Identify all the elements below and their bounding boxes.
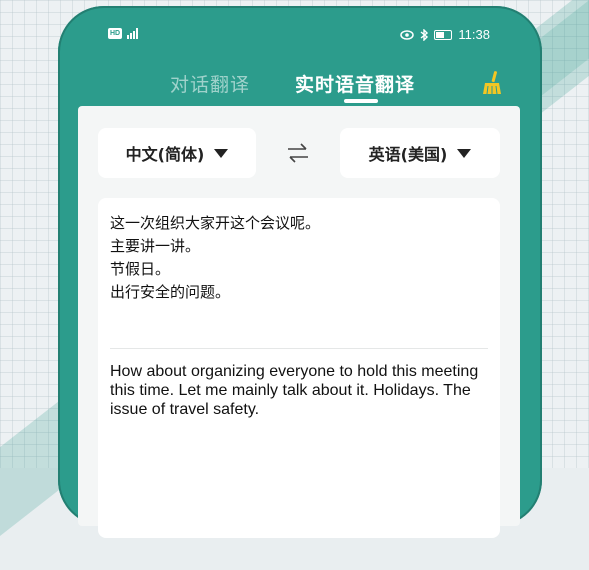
source-text: 这一次组织大家开这个会议呢。 主要讲一讲。 节假日。 出行安全的问题。	[110, 212, 320, 304]
source-language-label: 中文(简体)	[125, 145, 205, 164]
tab-bar: 对话翻译 实时语音翻译	[58, 62, 542, 112]
signal-icon	[127, 28, 139, 39]
chevron-down-icon	[457, 148, 472, 158]
source-line: 主要讲一讲。	[110, 237, 201, 255]
broom-icon[interactable]	[480, 70, 504, 96]
tab-realtime-voice-translate[interactable]: 实时语音翻译	[295, 70, 415, 97]
swap-arrows-icon[interactable]	[286, 142, 310, 164]
target-language-select[interactable]: 英语(美国)	[340, 128, 500, 178]
eye-icon	[400, 29, 415, 40]
translation-card: 中文(简体) 英语(美国) 这一次组织大家开这个会议呢。 主要讲一讲。 节假日。…	[78, 106, 520, 538]
active-tab-indicator	[344, 99, 378, 103]
chevron-down-icon	[214, 148, 229, 158]
transcript-panel: 这一次组织大家开这个会议呢。 主要讲一讲。 节假日。 出行安全的问题。 How …	[98, 198, 500, 538]
source-line: 这一次组织大家开这个会议呢。	[110, 214, 321, 232]
network-badge: HD	[108, 28, 123, 39]
phone-frame: HD 11:38 对话翻译 实时语音翻译 中文(简体) 英语(美国) 这一次组织…	[58, 6, 542, 538]
status-right: 11:38	[400, 27, 490, 42]
divider	[110, 348, 488, 349]
target-language-label: 英语(美国)	[368, 145, 448, 164]
translated-text: How about organizing everyone to hold th…	[110, 363, 479, 418]
tab-dialog-translate[interactable]: 对话翻译	[170, 70, 250, 97]
source-line: 节假日。	[110, 260, 171, 278]
source-language-select[interactable]: 中文(简体)	[98, 128, 256, 178]
battery-icon	[434, 29, 453, 40]
status-left: HD	[108, 28, 139, 39]
bluetooth-icon	[420, 28, 429, 41]
status-bar: HD 11:38	[58, 6, 542, 62]
source-line: 出行安全的问题。	[110, 283, 231, 301]
status-time: 11:38	[458, 27, 490, 42]
